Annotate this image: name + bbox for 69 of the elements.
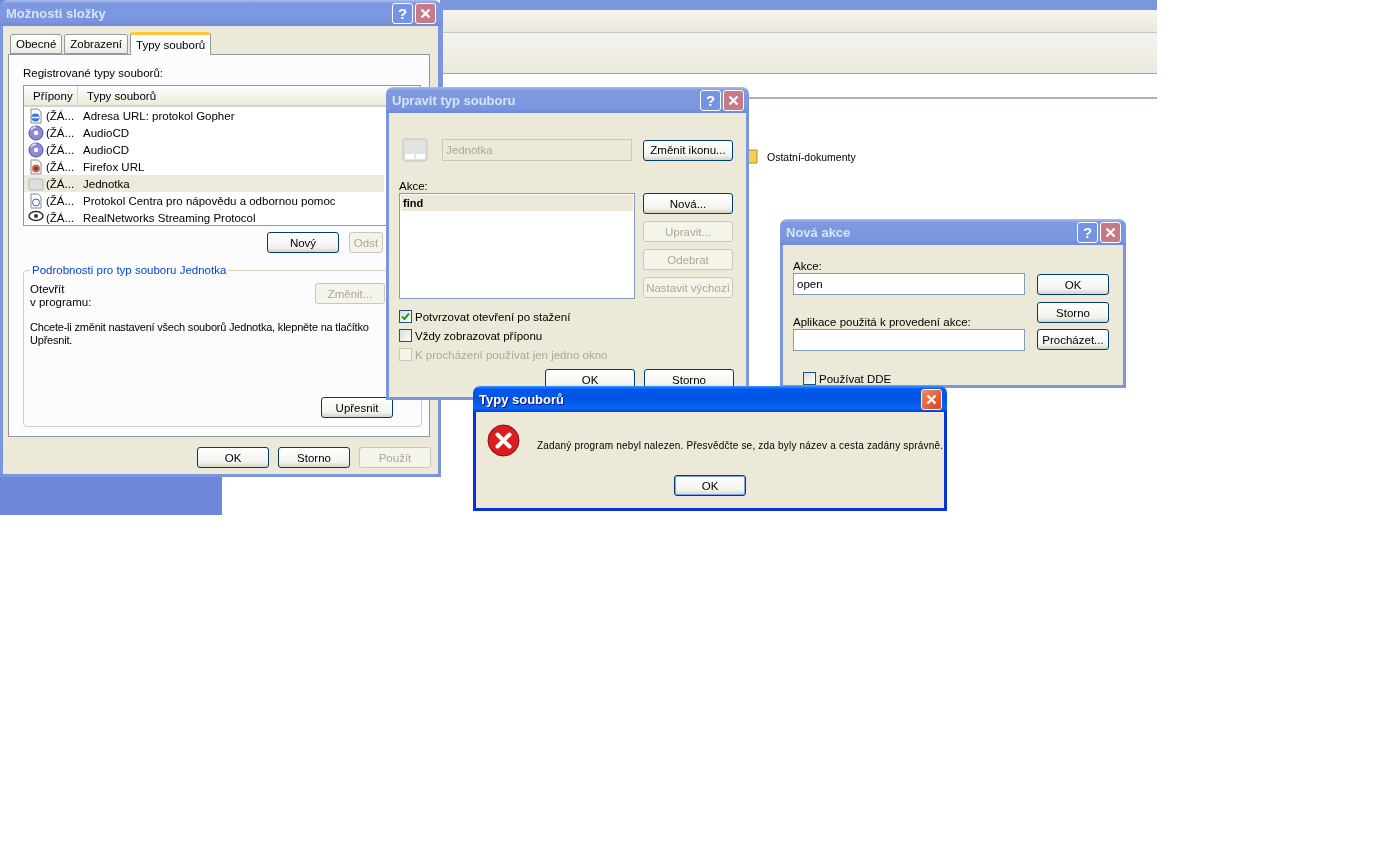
- action-label: Akce:: [793, 259, 823, 273]
- web-file-icon: [28, 107, 44, 124]
- window-title: Typy souborů: [479, 391, 565, 407]
- close-button[interactable]: [1100, 221, 1121, 243]
- extension-cell-text: (ŽÁ...: [46, 109, 76, 122]
- checkbox-label: K procházení používat jen jedno okno: [415, 348, 608, 361]
- type-cell: Protokol Centra pro nápovědu a odbornou pomoc: [83, 194, 336, 207]
- dialog-button[interactable]: OK: [197, 447, 269, 468]
- close-button[interactable]: [921, 388, 942, 410]
- extension-cell-text: (ŽÁ...: [46, 143, 76, 156]
- dialog-button[interactable]: OK: [1037, 274, 1109, 295]
- checkbox-label: Potvrzovat otevření po stažení: [415, 310, 571, 323]
- action-field[interactable]: open: [793, 273, 1025, 295]
- close-icon: [1105, 226, 1116, 238]
- dialog-button[interactable]: Storno: [278, 447, 350, 468]
- action-item[interactable]: find: [401, 195, 633, 211]
- tab[interactable]: Obecné: [10, 34, 63, 54]
- drive-icon: [28, 175, 44, 192]
- extension-cell-text: (ŽÁ...: [46, 126, 76, 139]
- checkbox[interactable]: [399, 310, 412, 323]
- change-icon-button[interactable]: Změnit ikonu...: [643, 139, 733, 161]
- disc-icon: [28, 141, 44, 158]
- tab[interactable]: Zobrazení: [64, 34, 129, 54]
- close-button[interactable]: [723, 89, 744, 111]
- type-cell: Jednotka: [83, 177, 130, 190]
- details-note: Chcete-li změnit nastavení všech souborů Jednotka, klepněte na tlačítko Upřesnit.: [30, 321, 370, 347]
- window-title: Nová akce: [786, 224, 852, 240]
- folder-label[interactable]: Ostatní-dokumenty: [767, 151, 856, 163]
- action-button[interactable]: Nová...: [643, 193, 733, 214]
- application-label: Aplikace použitá k provedení akce:: [793, 315, 972, 329]
- list-row[interactable]: (ŽÁ... Jednotka: [24, 175, 384, 192]
- list-label: Registrované typy souborů:: [23, 66, 164, 80]
- dialog-button[interactable]: Storno: [1037, 302, 1109, 323]
- error-message: Zadaný program nebyl nalezen. Přesvědčte se, zda byly název a cesta zadány správně.: [537, 440, 944, 453]
- checkbox[interactable]: [399, 329, 412, 342]
- ok-button[interactable]: OK: [674, 475, 746, 496]
- close-icon: [926, 393, 937, 405]
- list-button[interactable]: Nový: [267, 232, 339, 253]
- column-header[interactable]: Přípony: [24, 86, 78, 105]
- extension-cell-text: (ŽÁ...: [46, 211, 76, 224]
- application-field[interactable]: [793, 329, 1025, 351]
- open-with-label: Otevřít v programu:: [30, 283, 92, 309]
- checkbox-label: Vždy zobrazovat příponu: [415, 329, 543, 342]
- window-title: Možnosti složky: [6, 5, 107, 21]
- extension-cell-text: (ŽÁ...: [46, 160, 76, 173]
- close-icon: [728, 94, 739, 106]
- advanced-button[interactable]: Upřesnit: [321, 397, 393, 418]
- type-cell: AudioCD: [83, 126, 130, 139]
- firefox-file-icon: [28, 158, 44, 175]
- tab[interactable]: Typy souborů: [130, 32, 212, 55]
- extension-cell-text: (ŽÁ...: [46, 177, 76, 190]
- disc-icon: [28, 124, 44, 141]
- check-icon: [401, 312, 410, 321]
- dialog-button[interactable]: Procházet...: [1037, 329, 1109, 350]
- error-icon: [487, 424, 520, 457]
- type-cell: AudioCD: [83, 143, 130, 156]
- checkbox[interactable]: [803, 372, 816, 385]
- extension-cell-text: (ŽÁ...: [46, 194, 76, 207]
- drive-icon: [402, 137, 428, 163]
- checkbox-label: Používat DDE: [819, 372, 892, 385]
- help-file-icon: [28, 192, 44, 209]
- actions-label: Akce:: [399, 179, 429, 193]
- type-cell: RealNetworks Streaming Protocol: [83, 211, 256, 224]
- group-title: Podrobnosti pro typ souboru Jednotka: [30, 263, 229, 277]
- type-cell: Adresa URL: protokol Gopher: [83, 109, 235, 122]
- close-button[interactable]: [415, 2, 436, 24]
- type-cell: Firefox URL: [83, 160, 145, 173]
- close-icon: [420, 7, 431, 19]
- window-title: Upravit typ souboru: [392, 92, 517, 108]
